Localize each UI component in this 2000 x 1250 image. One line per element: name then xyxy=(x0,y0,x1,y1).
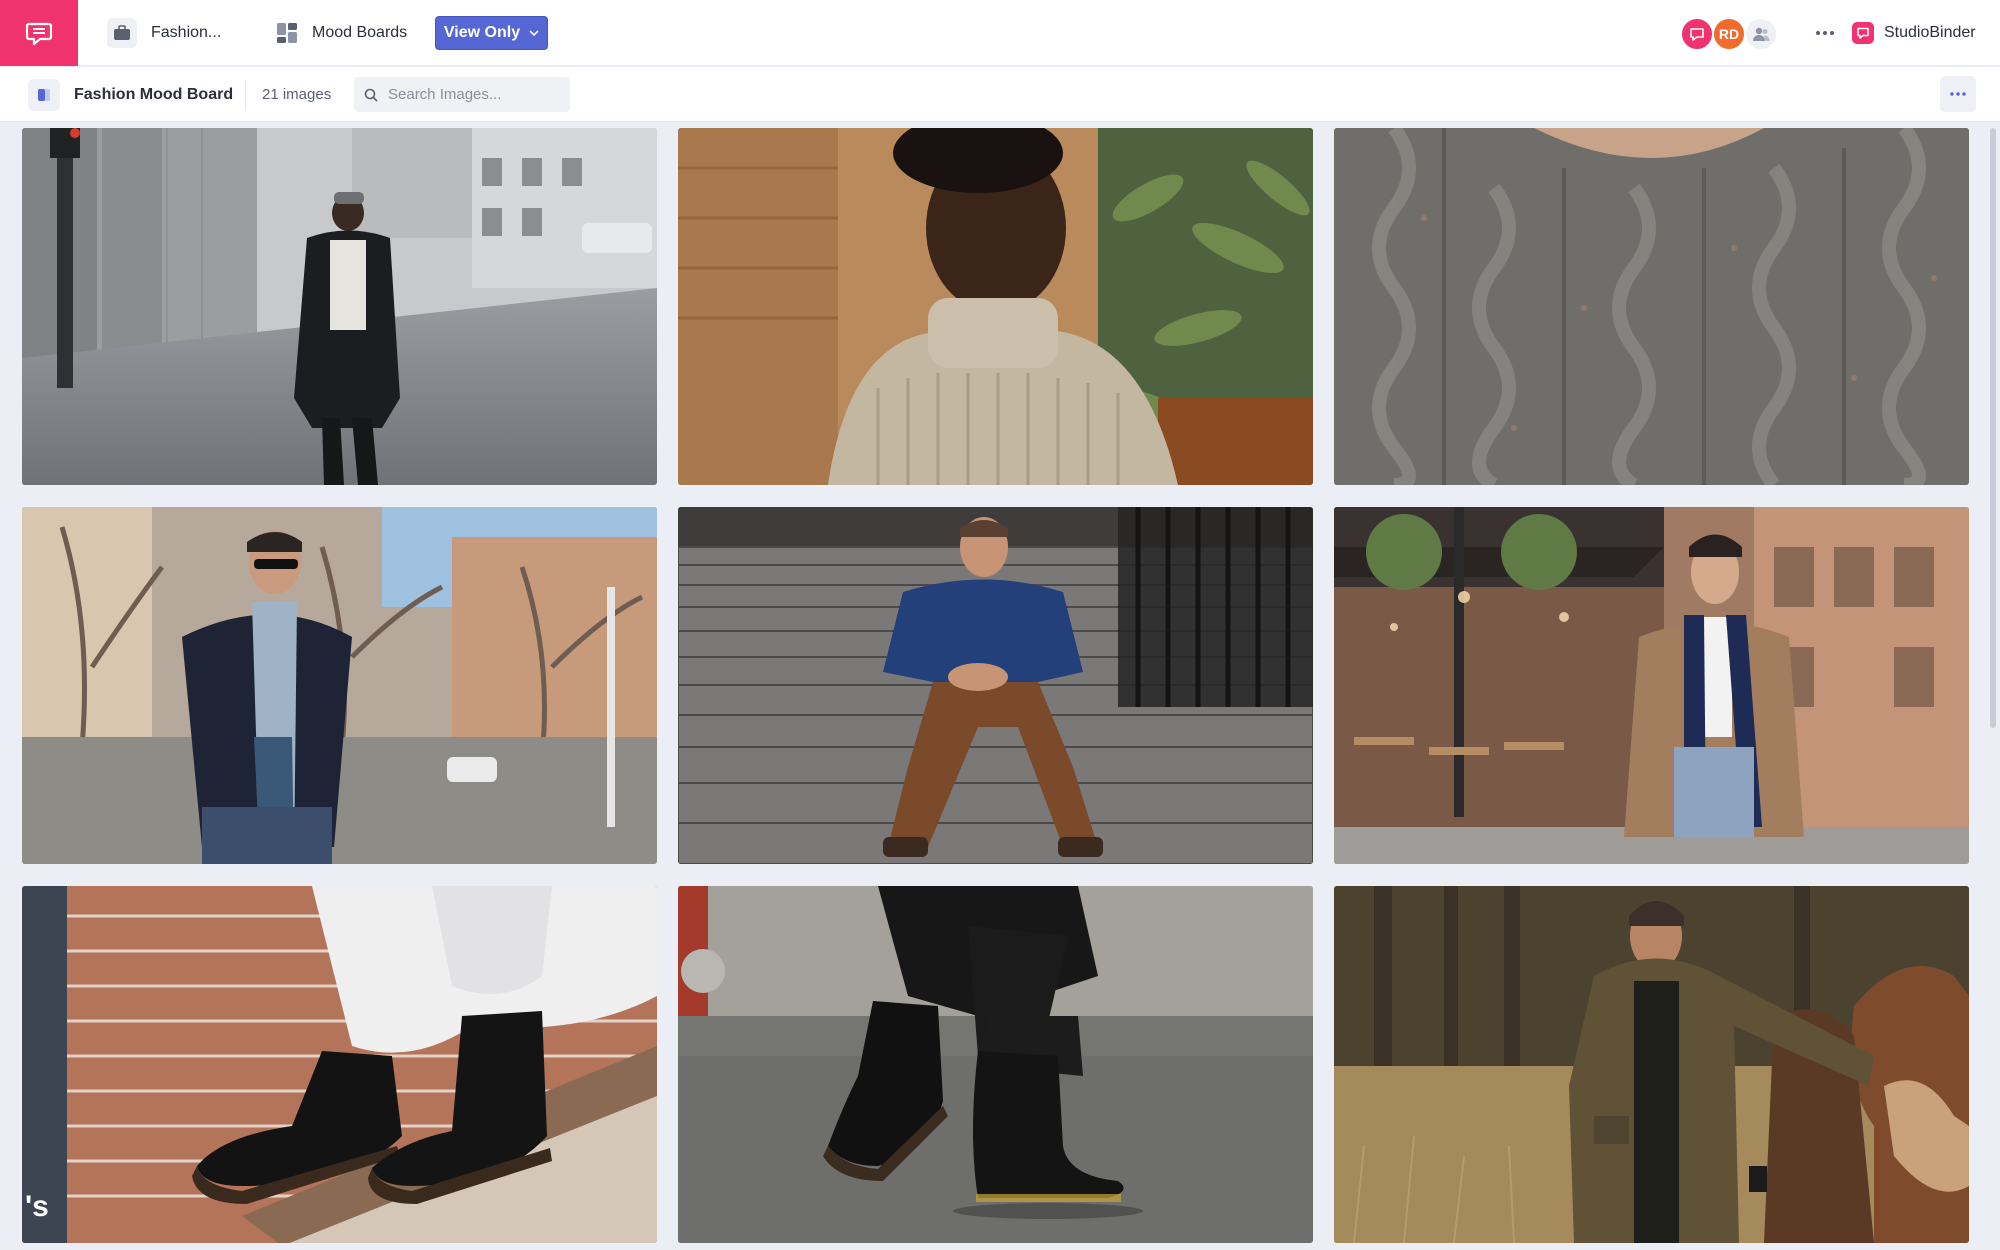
brand-name: StudioBinder xyxy=(1884,24,1976,41)
photo-boots-wet-street xyxy=(678,886,1313,1243)
divider xyxy=(245,80,246,109)
board-title: Fashion Mood Board xyxy=(28,67,233,122)
breadcrumb-project[interactable]: Fashion... xyxy=(107,0,221,66)
vertical-scrollbar[interactable] xyxy=(1990,128,1996,728)
app-home-button[interactable] xyxy=(0,0,78,66)
avatar-initials: RD xyxy=(1718,26,1740,42)
search-input[interactable] xyxy=(388,86,558,103)
chevron-down-icon xyxy=(529,29,539,37)
image-tile[interactable] xyxy=(1334,128,1969,485)
image-tile[interactable] xyxy=(1334,886,1969,1243)
photo-man-navy-jacket-scarf xyxy=(22,507,657,864)
breadcrumb-mood-boards[interactable]: Mood Boards xyxy=(276,0,407,66)
avatar-rd[interactable]: RD xyxy=(1712,17,1746,51)
briefcase-icon xyxy=(107,18,137,48)
photo-man-beige-turtleneck xyxy=(678,128,1313,485)
board-title-text: Fashion Mood Board xyxy=(74,85,234,103)
top-bar: Fashion... Mood Boards View Only RD Stud… xyxy=(0,0,2000,66)
image-tile[interactable] xyxy=(678,128,1313,485)
image-tile[interactable]: 's xyxy=(22,886,657,1243)
photo-man-camel-coat xyxy=(1334,507,1969,864)
image-count: 21 images xyxy=(262,86,332,103)
studiobinder-logo-icon xyxy=(1852,22,1874,44)
image-tile[interactable] xyxy=(678,507,1313,864)
photo-man-on-steps xyxy=(678,507,1313,864)
board-icon xyxy=(28,78,60,111)
view-only-label: View Only xyxy=(443,24,521,41)
image-tile[interactable] xyxy=(1334,507,1969,864)
photo-man-olive-jacket-horse xyxy=(1334,886,1969,1243)
avatar-team[interactable] xyxy=(1744,17,1778,51)
image-tile[interactable] xyxy=(678,886,1313,1243)
image-grid: 's xyxy=(22,128,1970,1243)
view-only-dropdown[interactable]: View Only xyxy=(435,16,548,50)
photo-boots-brick-steps: 's xyxy=(22,886,657,1243)
image-tile[interactable] xyxy=(22,507,657,864)
photo-man-black-coat-street xyxy=(22,128,657,485)
team-icon xyxy=(1753,27,1770,41)
board-toolbar: Fashion Mood Board 21 images xyxy=(0,67,2000,122)
image-overlay-text: 's xyxy=(25,1190,49,1223)
studiobinder-brand[interactable]: StudioBinder xyxy=(1852,0,1976,66)
board-more-icon[interactable] xyxy=(1940,76,1976,112)
more-options-icon[interactable] xyxy=(1810,18,1840,48)
breadcrumb-project-label: Fashion... xyxy=(151,24,222,41)
image-tile[interactable] xyxy=(22,128,657,485)
photo-cable-knit-sweater xyxy=(1334,128,1969,485)
mood-board-icon xyxy=(276,22,298,44)
chat-icon xyxy=(1690,28,1704,41)
breadcrumb-mood-boards-label: Mood Boards xyxy=(312,24,408,41)
avatar-chat[interactable] xyxy=(1680,17,1714,51)
search-box[interactable] xyxy=(354,77,570,112)
chat-icon xyxy=(25,22,53,46)
search-icon xyxy=(364,88,378,102)
